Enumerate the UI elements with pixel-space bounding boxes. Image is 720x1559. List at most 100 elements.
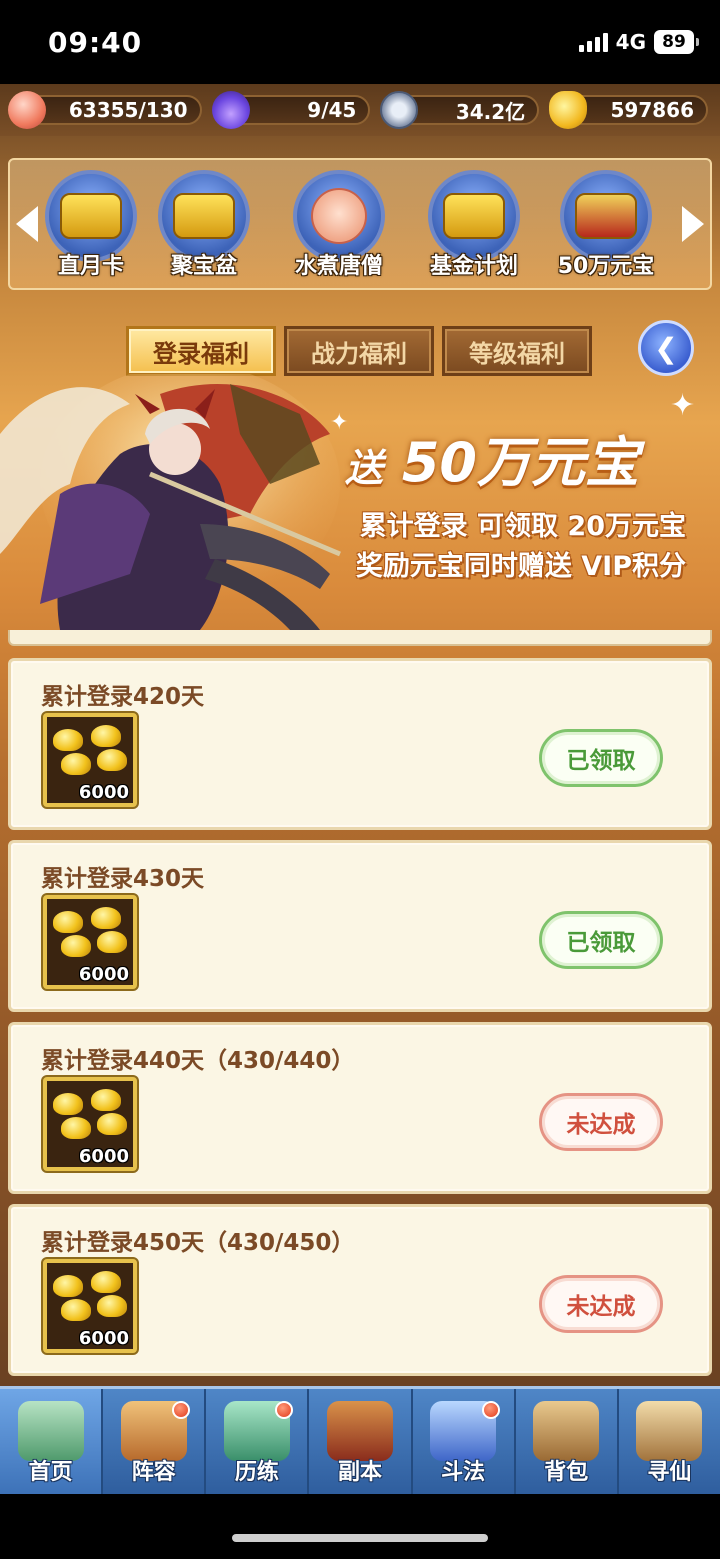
bag-pot-icon xyxy=(533,1401,600,1461)
status-bar: 09:40 4G 89 xyxy=(0,0,720,84)
feature-carousel: 直月卡 聚宝盆 水煮唐僧 基金计划 50万元宝 xyxy=(8,158,712,290)
item-quantity: 6000 xyxy=(78,782,129,803)
resource-peach[interactable]: 63355/130 xyxy=(8,91,202,129)
gold-ingot-icon xyxy=(61,935,91,957)
resource-gold-ingot[interactable]: 597866 xyxy=(549,91,709,129)
battery-icon: 89 xyxy=(654,30,699,54)
promo-banner: ✦ ✦ 送 50万元宝 累计登录 可领取 20万元宝 奖励元宝同时赠送 VIP积… xyxy=(0,374,720,630)
nav-seek-immortal[interactable]: 寻仙 xyxy=(619,1389,720,1494)
reward-card: 累计登录450天（430/450） 6000 未达成 xyxy=(8,1204,712,1376)
resource-value: 34.2亿 xyxy=(455,99,526,124)
clock: 09:40 xyxy=(48,26,143,59)
gold-ingot-icon xyxy=(549,91,588,129)
reward-card: 累计登录420天 6000 已领取 xyxy=(8,658,712,830)
tab-login-welfare[interactable]: 登录福利 xyxy=(126,326,276,376)
gold-ingot-icon xyxy=(53,729,83,751)
signal-icon xyxy=(578,32,608,52)
gold-ingot-icon xyxy=(61,753,91,775)
not-achieved-button[interactable]: 未达成 xyxy=(539,1275,663,1333)
back-button[interactable]: ❮ xyxy=(638,320,694,376)
welfare-tabs: 登录福利 战力福利 等级福利 xyxy=(126,326,592,376)
feature-500k-ingots[interactable]: 50万元宝 xyxy=(551,170,661,288)
nav-label: 阵容 xyxy=(131,1460,176,1485)
gold-ingot-item[interactable]: 6000 xyxy=(43,1077,137,1171)
reward-title: 累计登录420天 xyxy=(41,684,205,710)
notification-dot-icon xyxy=(172,1401,191,1419)
feature-treasure-bowl[interactable]: 聚宝盆 xyxy=(149,170,259,288)
feature-month-card[interactable]: 直月卡 xyxy=(36,170,146,288)
gold-ingot-icon xyxy=(91,907,121,929)
feature-label: 水煮唐僧 xyxy=(294,254,383,279)
gold-ingot-icon xyxy=(91,725,121,747)
claimed-button[interactable]: 已领取 xyxy=(539,911,663,969)
gold-ingot-icon xyxy=(97,1113,127,1135)
feature-fund-plan[interactable]: 基金计划 xyxy=(419,170,529,288)
home-indicator-area xyxy=(0,1494,720,1559)
nav-home[interactable]: 首页 xyxy=(0,1389,104,1494)
gold-ingot-icon xyxy=(53,1275,83,1297)
nav-label: 历练 xyxy=(234,1460,279,1485)
nav-label: 副本 xyxy=(337,1460,382,1485)
resource-value: 63355/130 xyxy=(68,98,188,122)
scroll-icon xyxy=(636,1401,703,1461)
feature-tang-monk[interactable]: 水煮唐僧 xyxy=(284,170,394,288)
promo-title-main: 50万元宝 xyxy=(401,431,639,494)
promo-line-1: 累计登录 可领取 20万元宝 xyxy=(359,511,686,542)
resource-bar: 63355/130 9/45 34.2亿 597866 xyxy=(0,84,720,136)
gold-ingot-icon xyxy=(97,749,127,771)
spirit-fire-icon xyxy=(211,91,250,129)
item-quantity: 6000 xyxy=(78,964,129,985)
nav-duel[interactable]: 斗法 xyxy=(413,1389,516,1494)
status-icons: 4G 89 xyxy=(578,30,699,54)
notification-dot-icon xyxy=(481,1401,500,1419)
home-indicator[interactable] xyxy=(232,1534,488,1542)
reward-card: 累计登录430天 6000 已领取 xyxy=(8,840,712,1012)
carousel-left-arrow-icon[interactable] xyxy=(16,206,38,242)
gold-ingot-icon xyxy=(91,1271,121,1293)
feature-label: 50万元宝 xyxy=(557,254,655,279)
resource-spirit-fire[interactable]: 9/45 xyxy=(211,91,371,129)
list-top-edge xyxy=(8,630,712,646)
gold-ingot-icon xyxy=(97,1295,127,1317)
reward-list[interactable]: 累计登录420天 6000 已领取 累计登录430天 6000 已领取 累计登录… xyxy=(8,630,712,1386)
copper-coin-icon xyxy=(380,91,419,129)
reward-title: 累计登录450天（430/450） xyxy=(41,1230,355,1256)
claimed-button[interactable]: 已领取 xyxy=(539,729,663,787)
character-illustration xyxy=(0,374,341,630)
gold-ingot-icon xyxy=(97,931,127,953)
sparkle-icon: ✦ xyxy=(670,388,696,423)
gold-ingot-item[interactable]: 6000 xyxy=(43,895,137,989)
tab-level-welfare[interactable]: 等级福利 xyxy=(442,326,592,376)
gold-ingot-icon xyxy=(61,1117,91,1139)
feature-label: 基金计划 xyxy=(429,254,518,279)
nav-lineup[interactable]: 阵容 xyxy=(103,1389,207,1494)
gold-ingot-icon xyxy=(53,911,83,933)
feature-label: 聚宝盆 xyxy=(170,254,237,279)
nav-label: 斗法 xyxy=(441,1460,486,1485)
notification-dot-icon xyxy=(275,1401,294,1419)
nav-training[interactable]: 历练 xyxy=(206,1389,310,1494)
reward-title: 累计登录440天（430/440） xyxy=(41,1048,355,1074)
game-screen: 63355/130 9/45 34.2亿 597866 直月卡 聚宝盆 水煮唐僧 xyxy=(0,84,720,1494)
item-quantity: 6000 xyxy=(78,1328,129,1349)
peach-icon xyxy=(8,91,46,129)
back-arrow-icon: ❮ xyxy=(654,331,678,365)
gold-ingot-item[interactable]: 6000 xyxy=(43,713,137,807)
nav-label: 寻仙 xyxy=(647,1460,692,1485)
promo-line-2: 奖励元宝同时赠送 VIP积分 xyxy=(355,551,686,582)
reward-card: 累计登录440天（430/440） 6000 未达成 xyxy=(8,1022,712,1194)
reward-title: 累计登录430天 xyxy=(41,866,205,892)
network-type: 4G xyxy=(615,30,646,54)
gold-ingot-icon xyxy=(53,1093,83,1115)
not-achieved-button[interactable]: 未达成 xyxy=(539,1093,663,1151)
resource-copper-coin[interactable]: 34.2亿 xyxy=(380,91,540,129)
gold-ingot-icon xyxy=(61,1299,91,1321)
gold-ingot-item[interactable]: 6000 xyxy=(43,1259,137,1353)
resource-value: 597866 xyxy=(610,98,695,122)
carousel-right-arrow-icon[interactable] xyxy=(682,206,704,242)
nav-bag[interactable]: 背包 xyxy=(516,1389,619,1494)
nav-label: 首页 xyxy=(28,1460,73,1485)
nav-dungeon[interactable]: 副本 xyxy=(309,1389,413,1494)
tab-power-welfare[interactable]: 战力福利 xyxy=(284,326,434,376)
bottom-nav: 首页 阵容 历练 副本 斗法 背包 寻仙 xyxy=(0,1386,720,1494)
